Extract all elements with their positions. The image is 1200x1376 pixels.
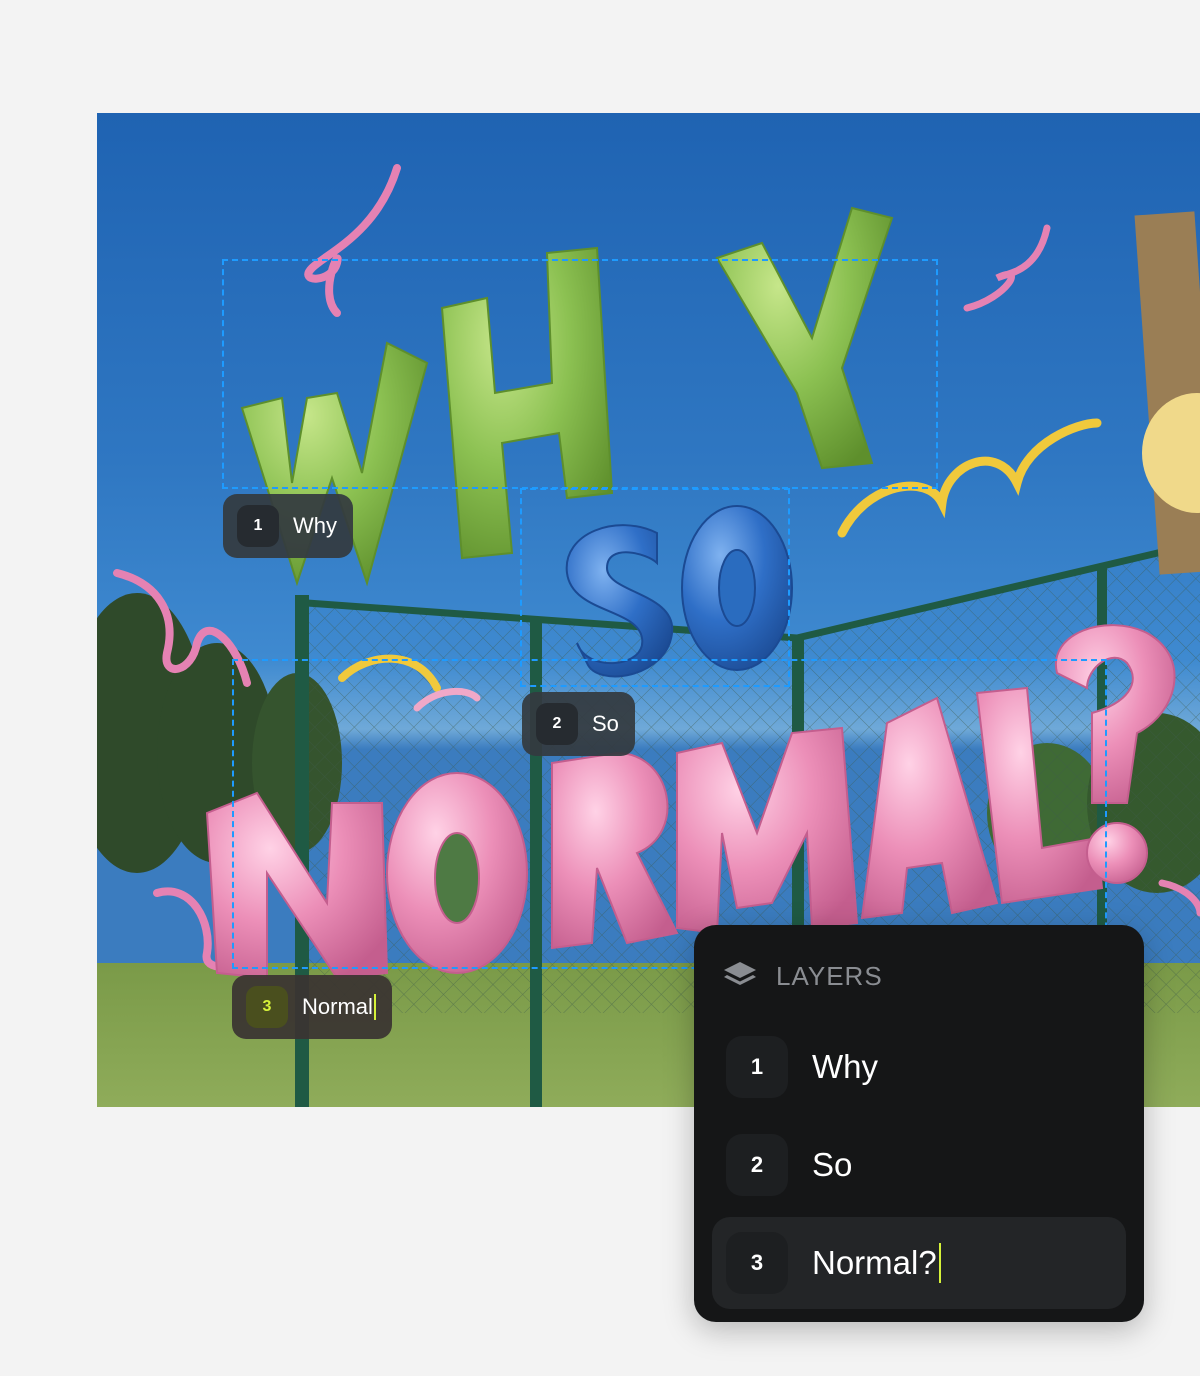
layer-row-normal[interactable]: 3 Normal?	[712, 1217, 1126, 1309]
canvas-tag-normal[interactable]: 3 Normal	[232, 975, 392, 1039]
tag-label: So	[592, 711, 619, 736]
layers-panel-header: LAYERS	[722, 957, 1126, 995]
tag-number: 3	[246, 986, 288, 1028]
layer-row-why[interactable]: 1 Why	[712, 1021, 1126, 1113]
layer-number: 3	[726, 1232, 788, 1294]
layer-number: 1	[726, 1036, 788, 1098]
canvas-tag-so[interactable]: 2 So	[522, 692, 635, 756]
layer-label: Why	[812, 1048, 878, 1085]
tag-number: 1	[237, 505, 279, 547]
text-caret	[373, 994, 376, 1020]
layer-label-input[interactable]: Normal?	[812, 1244, 937, 1282]
editor-stage: 1 Why 2 So 3 Normal LAYERS 1 Why 2 So 3 …	[0, 0, 1200, 1376]
layer-row-so[interactable]: 2 So	[712, 1119, 1126, 1211]
text-caret	[938, 1243, 941, 1283]
tag-label: Why	[293, 513, 337, 538]
layers-panel-title: LAYERS	[776, 960, 883, 991]
canvas-tag-why[interactable]: 1 Why	[223, 494, 353, 558]
layers-panel: LAYERS 1 Why 2 So 3 Normal?	[694, 925, 1144, 1322]
tag-label-input[interactable]: Normal	[302, 994, 373, 1020]
tag-number: 2	[536, 703, 578, 745]
layer-number: 2	[726, 1134, 788, 1196]
layer-label: So	[812, 1146, 853, 1183]
stack-icon	[724, 962, 756, 985]
